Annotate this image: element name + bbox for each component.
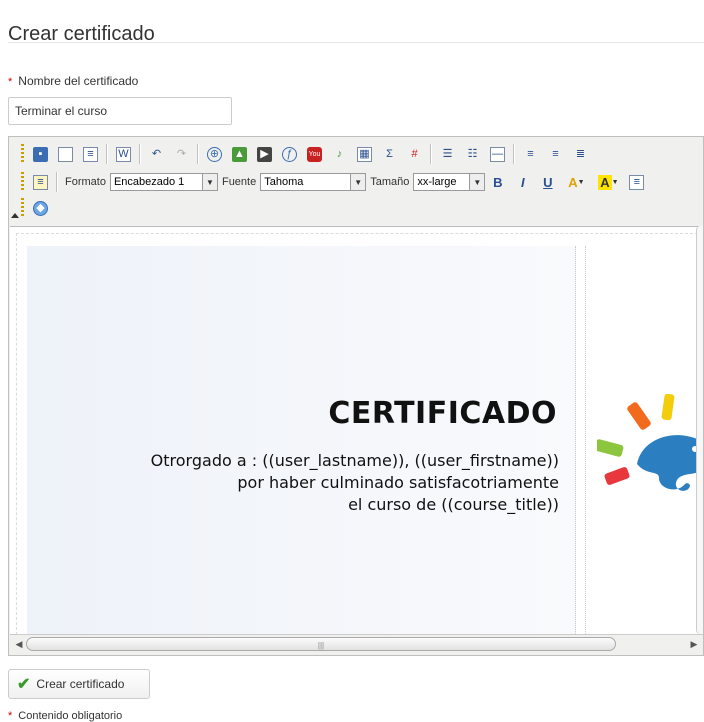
- create-certificate-button[interactable]: ✔ Crear certificado: [8, 669, 150, 699]
- certificate-line-3: el curso de ((course_title)): [348, 495, 559, 514]
- maximize-icon[interactable]: ◆: [30, 198, 51, 218]
- format-select[interactable]: Encabezado 1 ▼: [109, 173, 218, 191]
- toolbar-row-1: ▪ ≡ W ↶ ↷ ⊕ ▲ ▶ ƒ You ♪ ▦ Σ # ☰ ☷ — ≡ ≡ …: [21, 142, 593, 166]
- redo-icon[interactable]: ↷: [171, 144, 192, 164]
- size-label: Tamaño: [370, 176, 410, 188]
- templates-icon[interactable]: ≡: [80, 144, 101, 164]
- scroll-left-icon[interactable]: ◀: [12, 637, 26, 651]
- certificate-name-input[interactable]: [8, 97, 232, 125]
- toolbar-grip[interactable]: [21, 144, 24, 164]
- insert-formula-icon[interactable]: Σ: [379, 144, 400, 164]
- font-select[interactable]: Tahoma ▼: [260, 173, 367, 191]
- rich-text-editor: ▪ ≡ W ↶ ↷ ⊕ ▲ ▶ ƒ You ♪ ▦ Σ # ☰ ☷ — ≡ ≡ …: [8, 136, 704, 656]
- insert-audio-icon[interactable]: ♪: [329, 144, 350, 164]
- editor-content-area[interactable]: CERTIFICADO Otrorgado a : ((user_lastnam…: [10, 226, 703, 635]
- horizontal-rule-icon[interactable]: —: [487, 144, 508, 164]
- chevron-down-icon: ▼: [201, 174, 217, 190]
- certificate-body: Otrorgado a : ((user_lastname)), ((user_…: [151, 450, 559, 516]
- toolbar-grip[interactable]: [21, 198, 24, 218]
- source-code-icon[interactable]: ≡: [30, 172, 51, 192]
- scroll-right-icon[interactable]: ▶: [687, 637, 701, 651]
- bulleted-list-icon[interactable]: ☰: [437, 144, 458, 164]
- format-label: Formato: [65, 176, 106, 188]
- align-left-icon[interactable]: ≡: [520, 144, 541, 164]
- size-select[interactable]: xx-large ▼: [413, 173, 486, 191]
- remove-format-icon[interactable]: #: [404, 144, 425, 164]
- certificate-heading: CERTIFICADO: [328, 396, 557, 431]
- toolbar-row-3: ◆: [21, 196, 53, 220]
- insert-video-icon[interactable]: ▶: [254, 144, 275, 164]
- insert-flash-icon[interactable]: ƒ: [279, 144, 300, 164]
- justify-icon[interactable]: ≣: [570, 144, 591, 164]
- numbered-list-icon[interactable]: ☷: [462, 144, 483, 164]
- insert-link-icon[interactable]: ⊕: [204, 144, 225, 164]
- undo-icon[interactable]: ↶: [146, 144, 167, 164]
- title-divider: [8, 42, 704, 43]
- certificate-line-2: por haber culminado satisfacotriamente: [237, 473, 559, 492]
- name-field-label: * Nombre del certificado: [8, 74, 139, 88]
- editor-toolbar: ▪ ≡ W ↶ ↷ ⊕ ▲ ▶ ƒ You ♪ ▦ Σ # ☰ ☷ — ≡ ≡ …: [9, 137, 703, 227]
- bg-color-button[interactable]: A ▼: [594, 172, 622, 192]
- editor-right-edge: [696, 226, 703, 634]
- certificate-text-cell[interactable]: CERTIFICADO Otrorgado a : ((user_lastnam…: [27, 246, 576, 635]
- text-color-button[interactable]: A ▼: [562, 172, 590, 192]
- required-asterisk: *: [8, 76, 13, 88]
- bold-button[interactable]: B: [487, 172, 508, 192]
- insert-table-icon[interactable]: ▦: [354, 144, 375, 164]
- toolbar-row-2: ≡ Formato Encabezado 1 ▼ Fuente Tahoma ▼ T…: [21, 170, 649, 194]
- show-blocks-icon[interactable]: ≡: [626, 172, 647, 192]
- scrollbar-thumb[interactable]: |||: [26, 637, 616, 651]
- toolbar-grip[interactable]: [21, 172, 24, 192]
- italic-button[interactable]: I: [512, 172, 533, 192]
- paste-from-word-icon[interactable]: W: [113, 144, 134, 164]
- align-center-icon[interactable]: ≡: [545, 144, 566, 164]
- collapse-toolbar-icon[interactable]: [11, 213, 19, 218]
- save-icon[interactable]: ▪: [30, 144, 51, 164]
- chevron-down-icon: ▼: [350, 174, 366, 190]
- underline-button[interactable]: U: [537, 172, 558, 192]
- horizontal-scrollbar[interactable]: ◀ ||| ▶: [10, 634, 703, 655]
- chevron-down-icon: ▼: [469, 174, 485, 190]
- insert-image-icon[interactable]: ▲: [229, 144, 250, 164]
- insert-youtube-icon[interactable]: You: [304, 144, 325, 164]
- certificate-line-1: Otrorgado a : ((user_lastname)), ((user_…: [150, 451, 559, 470]
- chamilo-logo-icon: [597, 394, 703, 491]
- checkmark-icon: ✔: [17, 676, 31, 693]
- new-document-icon[interactable]: [55, 144, 76, 164]
- certificate-table: CERTIFICADO Otrorgado a : ((user_lastnam…: [16, 233, 703, 635]
- required-note: * Contenido obligatorio: [8, 710, 123, 722]
- font-label: Fuente: [221, 176, 257, 188]
